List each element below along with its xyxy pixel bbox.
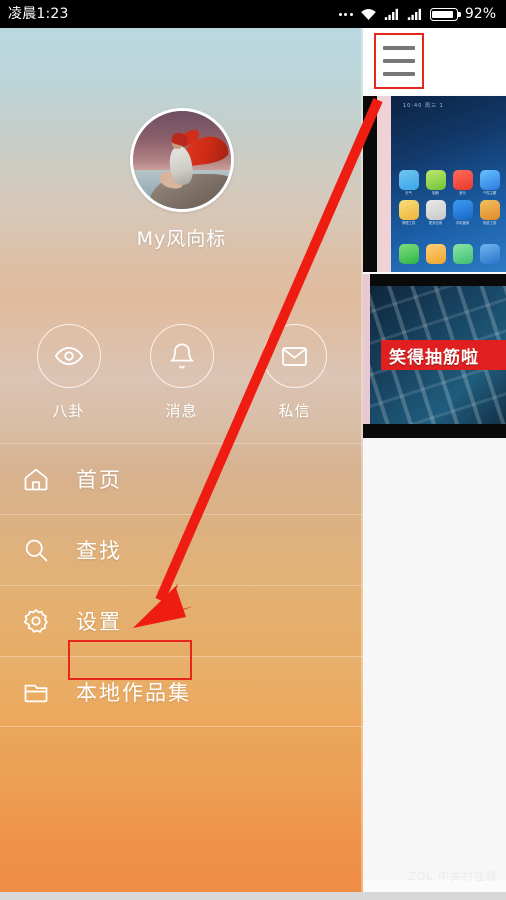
action-label: 八卦 bbox=[52, 402, 85, 420]
thumb-app-icon-tools bbox=[398, 200, 419, 220]
thumb-dock-icon-messages bbox=[425, 244, 446, 264]
thumb-app-icon-music bbox=[452, 170, 473, 190]
menu-item-search[interactable]: 查找 bbox=[0, 514, 363, 585]
menu-item-home[interactable]: 首页 bbox=[0, 443, 363, 514]
thumb-status-text: 10:40 周三 1 bbox=[403, 103, 444, 109]
battery-percent: 92% bbox=[464, 6, 496, 22]
folder-icon bbox=[22, 678, 62, 706]
thumb-dock-icon-phone bbox=[398, 244, 419, 264]
thumb-app-label: 清理工具 bbox=[401, 221, 416, 225]
thumb-app-label: 更多应用 bbox=[428, 221, 443, 225]
home-icon bbox=[22, 465, 62, 493]
thumb-dock-icon-camera bbox=[479, 244, 500, 264]
action-messages[interactable]: 消息 bbox=[138, 324, 226, 421]
avatar-image bbox=[129, 108, 234, 212]
thumb-dock-row bbox=[397, 244, 501, 264]
bell-icon bbox=[149, 324, 214, 388]
menu-item-settings[interactable]: 设置 bbox=[0, 585, 363, 656]
thumb-app-label: 个性主题 bbox=[482, 191, 497, 195]
action-label: 私信 bbox=[278, 402, 311, 420]
more-dots-icon bbox=[338, 12, 353, 16]
right-empty-area bbox=[363, 438, 506, 880]
menu-item-label: 本地作品集 bbox=[76, 680, 191, 705]
thumb-letterbox-top bbox=[363, 274, 506, 286]
menu-item-local-collection[interactable]: 本地作品集 bbox=[0, 656, 363, 727]
battery-icon bbox=[429, 7, 461, 21]
phone-screenshot: 10:40 周三 1 天气 相册 音乐 个性主题 清理工具 更多应用 手机管家 … bbox=[0, 0, 506, 900]
hamburger-highlight-box bbox=[374, 33, 424, 89]
thumb-app-icon-weather bbox=[398, 170, 419, 190]
eye-icon bbox=[36, 324, 101, 388]
thumb-app-label: 音乐 bbox=[459, 191, 466, 195]
menu-item-label: 首页 bbox=[76, 468, 122, 492]
username-label: My风向标 bbox=[136, 228, 227, 250]
signal-2-icon bbox=[407, 8, 421, 20]
action-label: 消息 bbox=[165, 402, 198, 420]
avatar[interactable] bbox=[129, 108, 234, 212]
action-gossip[interactable]: 八卦 bbox=[25, 324, 113, 421]
envelope-icon bbox=[262, 324, 327, 388]
thumb-letterbox-bottom bbox=[363, 424, 506, 438]
thumb-app-label: 相册 bbox=[432, 191, 439, 195]
status-icons: 92% bbox=[338, 6, 496, 22]
thumbnail-phone-home[interactable]: 10:40 周三 1 天气 相册 音乐 个性主题 清理工具 更多应用 手机管家 … bbox=[363, 96, 506, 272]
thumb-app-icon-theme bbox=[479, 170, 500, 190]
drawer-menu: 首页 查找 设置 本地作品集 bbox=[0, 443, 363, 727]
wifi-icon bbox=[361, 9, 376, 20]
quick-actions: 八卦 消息 私信 bbox=[0, 324, 363, 421]
thumb-banner-text: 笑得抽筋啦 bbox=[381, 340, 506, 370]
thumb-app-label: 系统工具 bbox=[482, 221, 497, 225]
action-direct-message[interactable]: 私信 bbox=[251, 324, 339, 421]
search-icon bbox=[22, 536, 62, 564]
thumb-app-label: 天气 bbox=[405, 191, 412, 195]
thumb-app-icon-gallery bbox=[425, 170, 446, 190]
thumbnail-video[interactable]: 笑得抽筋啦 bbox=[363, 274, 506, 438]
gear-icon bbox=[22, 607, 62, 635]
thumb-app-icon-security bbox=[452, 200, 473, 220]
navigation-drawer: My风向标 八卦 消息 私信 首页 查找 设置 本地作品集 bbox=[0, 28, 363, 900]
thumbnail-phone-home-image: 10:40 周三 1 天气 相册 音乐 个性主题 清理工具 更多应用 手机管家 … bbox=[363, 96, 506, 272]
thumb-left-strip bbox=[363, 274, 370, 438]
thumb-app-label: 手机管家 bbox=[455, 221, 470, 225]
status-time: 凌晨1:23 bbox=[8, 6, 69, 22]
thumb-app-grid: 天气 相册 音乐 个性主题 清理工具 更多应用 手机管家 系统工具 bbox=[397, 170, 501, 225]
thumb-app-icon-more bbox=[425, 200, 446, 220]
menu-item-label: 设置 bbox=[76, 610, 122, 634]
thumbnail-video-image: 笑得抽筋啦 bbox=[363, 274, 506, 438]
watermark: ZOL 中关村在线 bbox=[408, 870, 498, 883]
bottom-strip bbox=[0, 892, 506, 900]
signal-1-icon bbox=[384, 8, 398, 20]
status-bar: 凌晨1:23 92% bbox=[0, 0, 506, 28]
menu-item-label: 查找 bbox=[76, 539, 122, 563]
thumb-dock-icon-contacts bbox=[452, 244, 473, 264]
thumb-app-icon-system bbox=[479, 200, 500, 220]
